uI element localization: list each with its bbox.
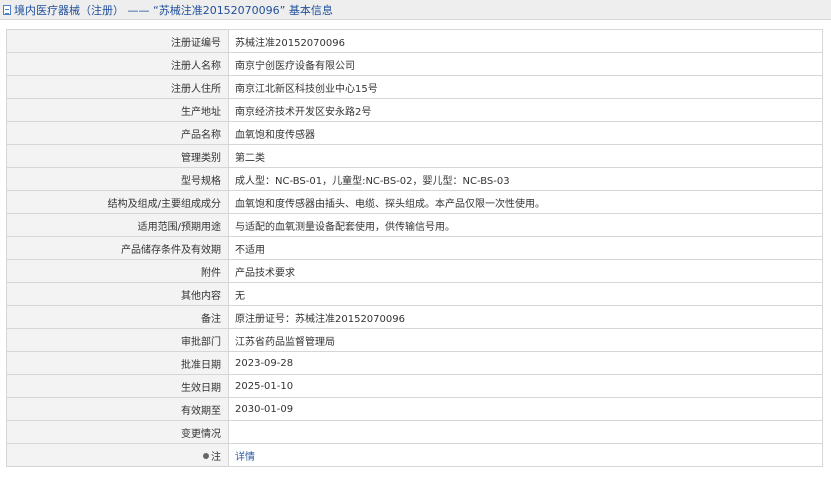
row-value: 2025-01-10 <box>228 374 823 398</box>
row-label: 产品名称 <box>6 121 229 145</box>
row-label: 注册证编号 <box>6 29 229 53</box>
row-value: 南京江北新区科技创业中心15号 <box>228 75 823 99</box>
row-label: 管理类别 <box>6 144 229 168</box>
note-value-cell: 详情 <box>228 443 823 467</box>
row-label: 变更情况 <box>6 420 229 444</box>
row-label: 生效日期 <box>6 374 229 398</box>
row-label: 有效期至 <box>6 397 229 421</box>
pin-icon <box>203 452 209 459</box>
document-icon <box>3 4 11 15</box>
row-label: 结构及组成/主要组成成分 <box>6 190 229 214</box>
table-row: 生产地址 南京经济技术开发区安永路2号 <box>6 98 823 122</box>
row-label: 审批部门 <box>6 328 229 352</box>
row-value: 与适配的血氧测量设备配套使用，供传输信号用。 <box>228 213 823 237</box>
row-value: 苏械注准20152070096 <box>228 29 823 53</box>
table-row: 产品名称 血氧饱和度传感器 <box>6 121 823 145</box>
row-label: 批准日期 <box>6 351 229 375</box>
row-value: 不适用 <box>228 236 823 260</box>
note-row: 注 详情 <box>6 443 823 467</box>
page-title: 境内医疗器械（注册） —— “苏械注准20152070096” 基本信息 <box>14 3 333 17</box>
page-title-bar: 境内医疗器械（注册） —— “苏械注准20152070096” 基本信息 <box>0 0 831 20</box>
details-link[interactable]: 详情 <box>235 452 255 463</box>
row-value: 江苏省药品监督管理局 <box>228 328 823 352</box>
note-label-cell: 注 <box>6 443 229 467</box>
row-label: 附件 <box>6 259 229 283</box>
row-label: 注册人名称 <box>6 52 229 76</box>
row-label: 注册人住所 <box>6 75 229 99</box>
row-label: 产品储存条件及有效期 <box>6 236 229 260</box>
table-row: 批准日期 2023-09-28 <box>6 351 823 375</box>
table-row: 附件 产品技术要求 <box>6 259 823 283</box>
table-row: 注册证编号 苏械注准20152070096 <box>6 29 823 53</box>
table-row: 其他内容 无 <box>6 282 823 306</box>
row-label: 生产地址 <box>6 98 229 122</box>
table-row: 适用范围/预期用途 与适配的血氧测量设备配套使用，供传输信号用。 <box>6 213 823 237</box>
row-value: 产品技术要求 <box>228 259 823 283</box>
row-value: 第二类 <box>228 144 823 168</box>
table-row: 注册人住所 南京江北新区科技创业中心15号 <box>6 75 823 99</box>
note-label: 注 <box>211 451 221 463</box>
row-label: 适用范围/预期用途 <box>6 213 229 237</box>
table-row: 有效期至 2030-01-09 <box>6 397 823 421</box>
row-value: 血氧饱和度传感器 <box>228 121 823 145</box>
table-row: 审批部门 江苏省药品监督管理局 <box>6 328 823 352</box>
table-row: 注册人名称 南京宁创医疗设备有限公司 <box>6 52 823 76</box>
table-row: 产品储存条件及有效期 不适用 <box>6 236 823 260</box>
row-value: 2023-09-28 <box>228 351 823 375</box>
row-value: 成人型：NC-BS-01，儿童型:NC-BS-02，婴儿型：NC-BS-03 <box>228 167 823 191</box>
row-value: 无 <box>228 282 823 306</box>
row-label: 型号规格 <box>6 167 229 191</box>
row-label: 备注 <box>6 305 229 329</box>
table-row: 结构及组成/主要组成成分 血氧饱和度传感器由插头、电缆、探头组成。本产品仅限一次… <box>6 190 823 214</box>
row-value: 南京宁创医疗设备有限公司 <box>228 52 823 76</box>
info-table: 注册证编号 苏械注准20152070096 注册人名称 南京宁创医疗设备有限公司… <box>6 29 823 467</box>
table-row: 变更情况 <box>6 420 823 444</box>
row-value: 2030-01-09 <box>228 397 823 421</box>
table-row: 型号规格 成人型：NC-BS-01，儿童型:NC-BS-02，婴儿型：NC-BS… <box>6 167 823 191</box>
table-row: 生效日期 2025-01-10 <box>6 374 823 398</box>
table-row: 管理类别 第二类 <box>6 144 823 168</box>
row-value: 血氧饱和度传感器由插头、电缆、探头组成。本产品仅限一次性使用。 <box>228 190 823 214</box>
row-label: 其他内容 <box>6 282 229 306</box>
row-value: 原注册证号：苏械注准20152070096 <box>228 305 823 329</box>
table-row: 备注 原注册证号：苏械注准20152070096 <box>6 305 823 329</box>
row-value: 南京经济技术开发区安永路2号 <box>228 98 823 122</box>
row-value <box>228 420 823 444</box>
